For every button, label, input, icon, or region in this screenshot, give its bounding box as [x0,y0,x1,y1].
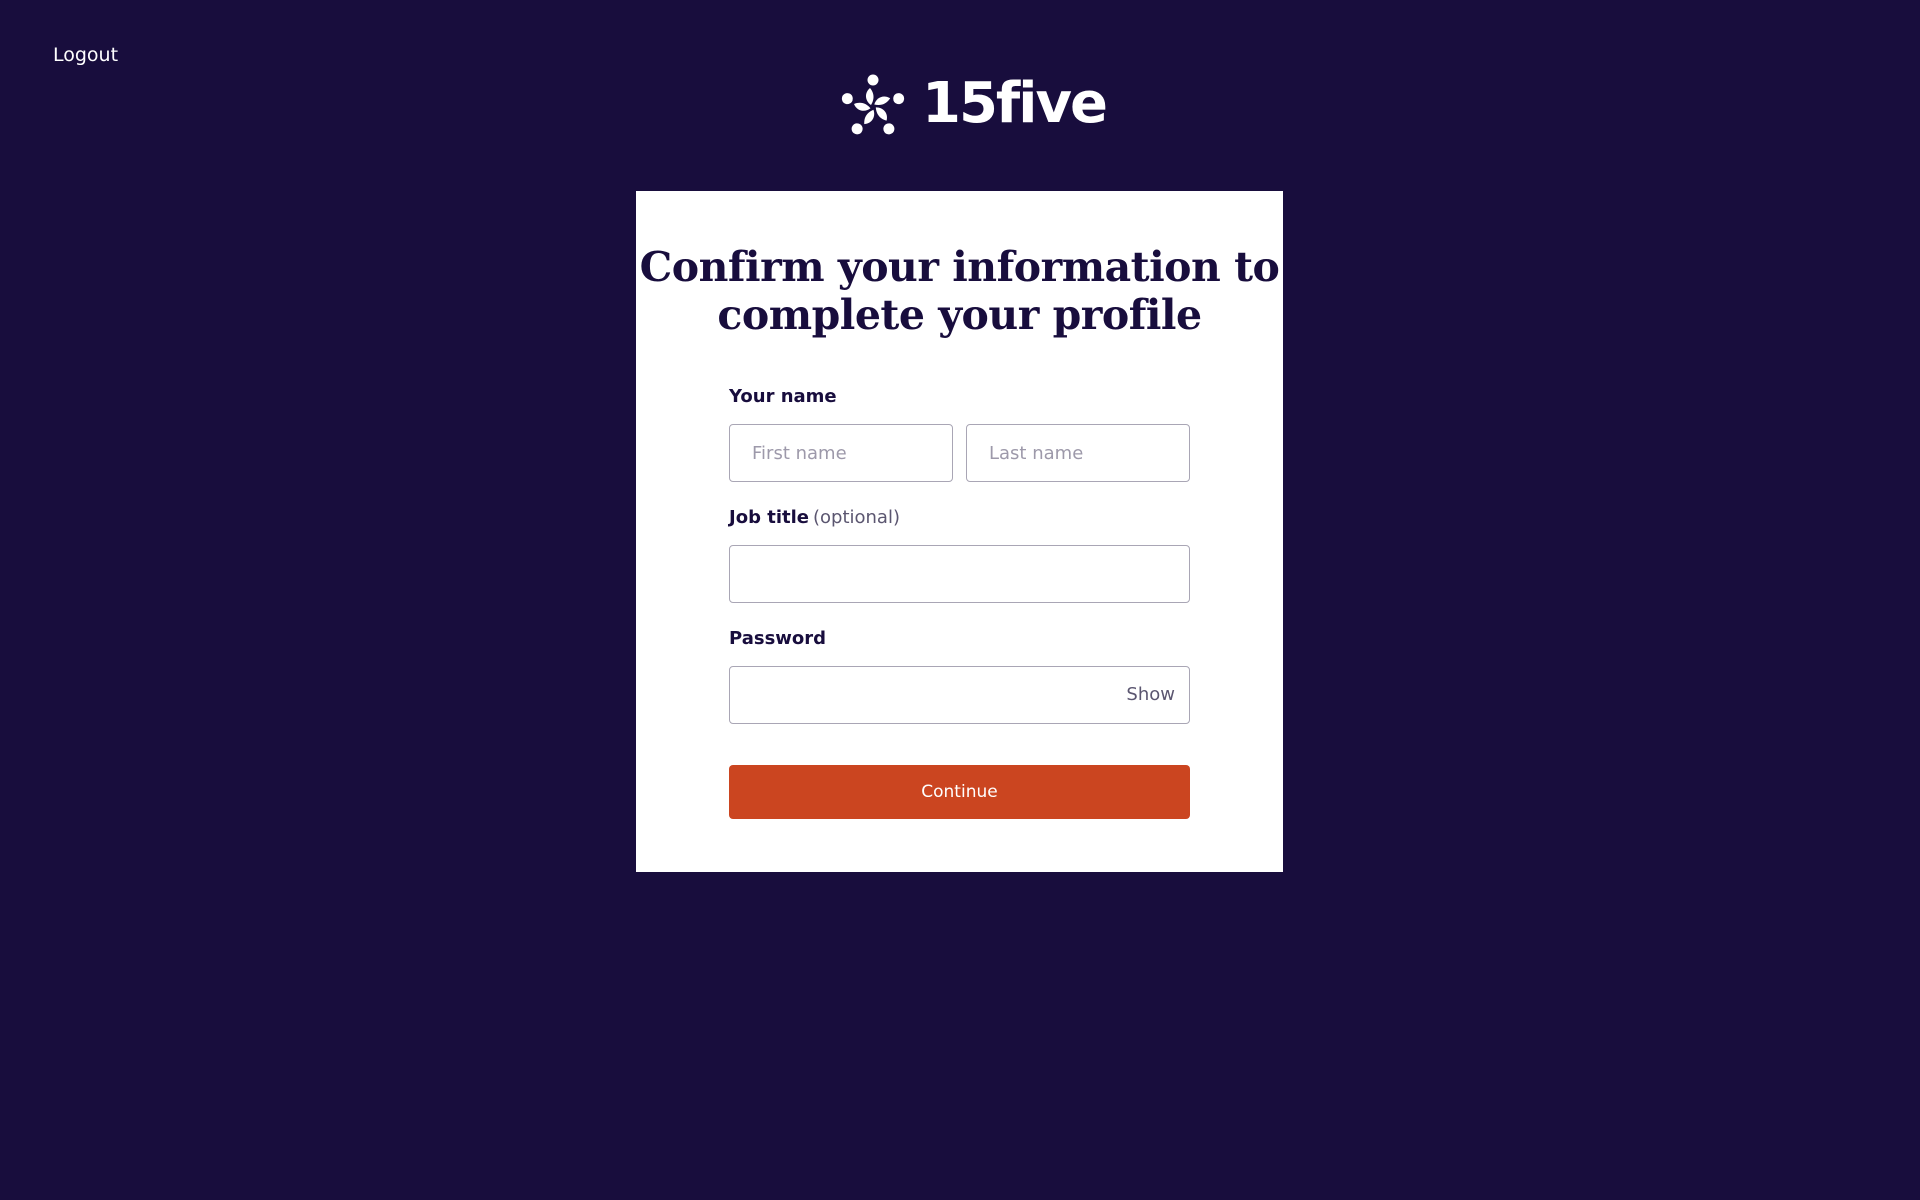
logout-link[interactable]: Logout [53,44,118,66]
password-label: Password [729,628,827,649]
first-name-input[interactable] [729,424,953,482]
logo-text: 15five [922,71,1108,136]
password-input[interactable] [729,666,1190,724]
profile-card: Confirm your information to complete you… [636,191,1283,872]
show-password-button[interactable]: Show [1126,684,1175,705]
optional-hint: (optional) [812,507,900,528]
name-label: Your name [729,386,837,407]
job-title-label: Job title (optional) [729,507,900,528]
15five-logo-icon [841,74,905,135]
last-name-input[interactable] [966,424,1190,482]
job-title-input[interactable] [729,545,1190,603]
logo: 15five [838,71,1108,142]
job-title-label-text: Job title [729,507,809,528]
page-title: Confirm your information to complete you… [639,243,1280,339]
continue-button[interactable]: Continue [729,765,1190,819]
